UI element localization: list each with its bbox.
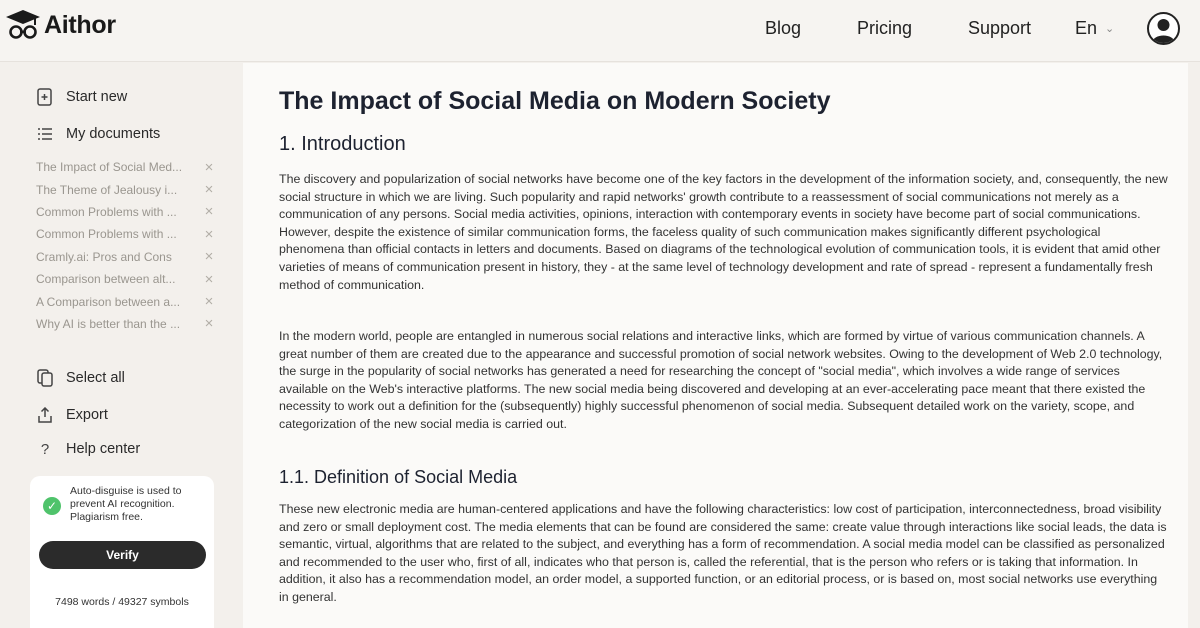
close-icon[interactable]: ×	[202, 226, 216, 243]
graduation-cap-logo-icon	[4, 8, 42, 42]
document-list-item[interactable]: Cramly.ai: Pros and Cons ×	[36, 246, 216, 268]
document-title: Common Problems with ...	[36, 204, 177, 219]
document-editor[interactable]: The Impact of Social Media on Modern Soc…	[243, 63, 1188, 628]
export-button[interactable]: Export	[36, 406, 108, 424]
word-counter: 7498 words / 49327 symbols	[30, 589, 214, 615]
document-title: A Comparison between a...	[36, 294, 181, 309]
document-list-item[interactable]: The Theme of Jealousy i... ×	[36, 178, 216, 200]
start-new-label: Start new	[66, 89, 128, 105]
document-title: The Impact of Social Med...	[36, 160, 183, 175]
close-icon[interactable]: ×	[202, 248, 216, 265]
close-icon[interactable]: ×	[202, 293, 216, 310]
close-icon[interactable]: ×	[202, 271, 216, 288]
document-list-item[interactable]: The Impact of Social Med... ×	[36, 156, 216, 178]
paragraph[interactable]: The discovery and popularization of soci…	[279, 171, 1169, 294]
document-list-item[interactable]: Comparison between alt... ×	[36, 268, 216, 290]
subsection-heading: 1.1. Definition of Social Media	[279, 467, 518, 487]
paragraph[interactable]: In the modern world, people are entangle…	[279, 328, 1169, 434]
new-document-icon	[36, 88, 54, 106]
document-title: Common Problems with ...	[36, 227, 177, 242]
close-icon[interactable]: ×	[202, 315, 216, 332]
document-title-heading: The Impact of Social Media on Modern Soc…	[279, 87, 831, 115]
document-list: The Impact of Social Med... × The Theme o…	[36, 156, 216, 335]
language-selector[interactable]: En ⌄	[1075, 18, 1114, 39]
close-icon[interactable]: ×	[202, 203, 216, 220]
help-center-label: Help center	[66, 441, 141, 457]
section-heading: 1. Introduction	[279, 133, 406, 155]
export-icon	[36, 406, 54, 424]
check-icon: ✓	[43, 497, 61, 515]
my-documents-button[interactable]: My documents	[36, 125, 160, 143]
logo[interactable]: Aithor	[4, 8, 116, 42]
nav-pricing-link[interactable]: Pricing	[857, 18, 912, 39]
my-documents-label: My documents	[66, 126, 161, 142]
list-icon	[36, 125, 54, 143]
nav-support-link[interactable]: Support	[968, 18, 1031, 39]
question-icon: ?	[40, 440, 50, 458]
copy-icon	[36, 369, 54, 387]
nav-blog-link[interactable]: Blog	[765, 18, 801, 39]
notice-text: Auto-disguise is used to prevent AI reco…	[70, 485, 182, 523]
export-label: Export	[66, 407, 108, 423]
sidebar: Start new My documents The Impact of Soc…	[0, 63, 242, 628]
document-title: Comparison between alt...	[36, 272, 176, 287]
close-icon[interactable]: ×	[202, 159, 216, 176]
start-new-button[interactable]: Start new	[36, 88, 127, 106]
select-all-button[interactable]: Select all	[36, 369, 125, 387]
user-avatar[interactable]	[1147, 12, 1180, 45]
document-title: Why AI is better than the ...	[36, 316, 181, 331]
help-center-button[interactable]: ? Help center	[36, 440, 140, 458]
document-title: The Theme of Jealousy i...	[36, 182, 178, 197]
close-icon[interactable]: ×	[202, 181, 216, 198]
verify-button[interactable]: Verify	[39, 541, 206, 569]
document-list-item[interactable]: Common Problems with ... ×	[36, 223, 216, 245]
chevron-down-icon: ⌄	[1105, 23, 1115, 35]
language-label: En	[1075, 18, 1098, 38]
top-bar: Aithor Blog Pricing Support En ⌄	[0, 0, 1200, 62]
document-title: Cramly.ai: Pros and Cons	[36, 249, 172, 264]
brand-name: Aithor	[44, 10, 116, 39]
select-all-label: Select all	[66, 370, 125, 386]
paragraph[interactable]: These new electronic media are human-cen…	[279, 501, 1169, 607]
document-list-item[interactable]: A Comparison between a... ×	[36, 290, 216, 312]
document-list-item[interactable]: Common Problems with ... ×	[36, 201, 216, 223]
document-list-item[interactable]: Why AI is better than the ... ×	[36, 313, 216, 335]
